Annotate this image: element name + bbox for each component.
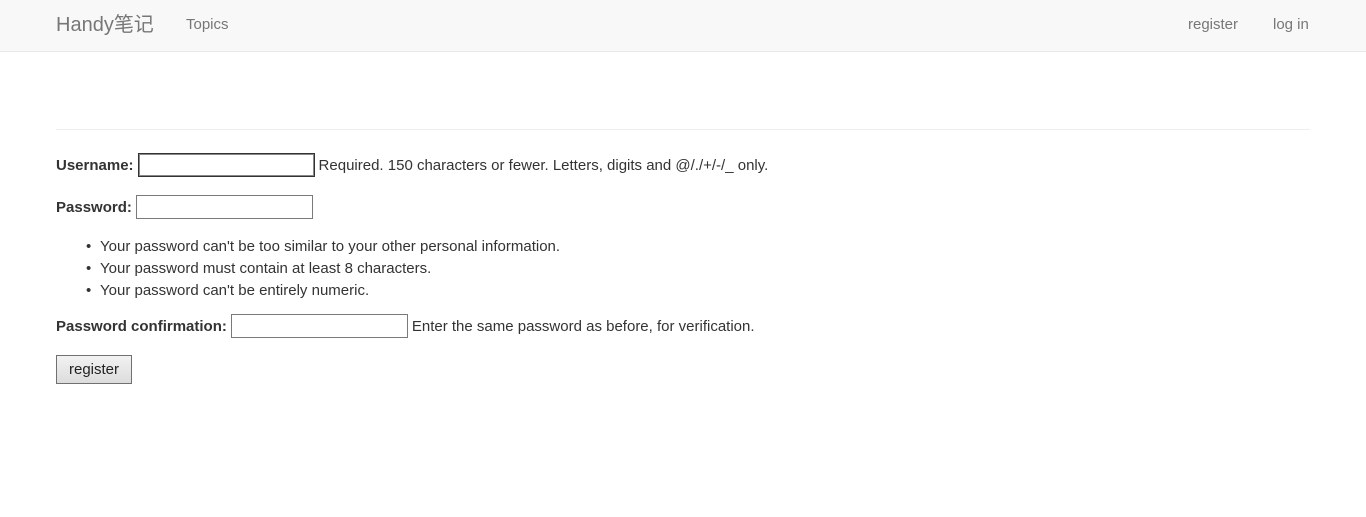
- nav-login-link[interactable]: log in: [1273, 16, 1309, 34]
- username-input[interactable]: [137, 153, 315, 177]
- username-label: Username:: [56, 156, 134, 174]
- password-confirmation-input[interactable]: [230, 314, 408, 338]
- password-confirmation-row: Password confirmation: Enter the same pa…: [56, 314, 755, 338]
- username-helptext: Required. 150 characters or fewer. Lette…: [318, 156, 769, 174]
- username-row: Username: Required. 150 characters or fe…: [56, 153, 768, 177]
- register-submit-button[interactable]: register: [56, 355, 132, 384]
- password-confirmation-helptext: Enter the same password as before, for v…: [411, 317, 755, 335]
- password-label: Password:: [56, 198, 132, 216]
- password-rules-list: Your password can't be too similar to yo…: [86, 236, 560, 302]
- password-rule-item: Your password must contain at least 8 ch…: [86, 258, 560, 280]
- nav-register-link[interactable]: register: [1188, 16, 1238, 34]
- nav-topics-link[interactable]: Topics: [186, 16, 229, 34]
- password-row: Password:: [56, 195, 317, 219]
- password-input[interactable]: [135, 195, 313, 219]
- password-rule-item: Your password can't be too similar to yo…: [86, 236, 560, 258]
- password-confirmation-label: Password confirmation:: [56, 317, 227, 335]
- divider: [56, 129, 1310, 130]
- navbar: Handy笔记 Topics register log in: [0, 0, 1366, 52]
- password-rule-item: Your password can't be entirely numeric.: [86, 280, 560, 302]
- brand-link[interactable]: Handy笔记: [56, 13, 154, 37]
